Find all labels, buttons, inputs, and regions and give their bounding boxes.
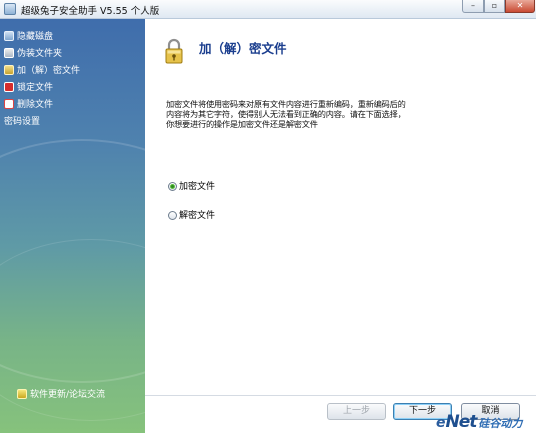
radio-button[interactable] bbox=[168, 211, 177, 220]
sidebar-item-label: 加（解）密文件 bbox=[17, 66, 81, 76]
hidden-disk-icon bbox=[4, 31, 14, 41]
sidebar-item-encrypt-file[interactable]: 加（解）密文件 bbox=[4, 64, 140, 78]
lock-icon bbox=[165, 38, 183, 64]
watermark-cn: 硅谷动力 bbox=[478, 417, 523, 430]
maximize-button[interactable]: ▫ bbox=[484, 0, 505, 13]
update-forum-label: 软件更新/论坛交流 bbox=[30, 390, 106, 400]
sidebar-item-label: 删除文件 bbox=[17, 100, 54, 110]
watermark: eNet 硅谷动力 bbox=[436, 412, 522, 432]
close-button[interactable]: ✕ bbox=[505, 0, 535, 13]
sidebar-item-disguise-folder[interactable]: 伪装文件夹 bbox=[4, 47, 140, 61]
sidebar-item-hidden-disk[interactable]: 隐藏磁盘 bbox=[4, 30, 140, 44]
option-decrypt[interactable]: 解密文件 bbox=[168, 208, 215, 221]
encrypt-file-icon bbox=[4, 65, 14, 75]
delete-file-icon bbox=[4, 99, 14, 109]
sidebar-item-lock-file[interactable]: 锁定文件 bbox=[4, 81, 140, 95]
divider bbox=[145, 395, 536, 396]
sidebar-item-delete-file[interactable]: 删除文件 bbox=[4, 98, 140, 112]
lock-file-icon bbox=[4, 82, 14, 92]
update-forum-link[interactable]: 软件更新/论坛交流 bbox=[17, 388, 145, 402]
page-title: 加（解）密文件 bbox=[199, 41, 287, 56]
disguise-folder-icon bbox=[4, 48, 14, 58]
radio-button-selected[interactable] bbox=[168, 182, 177, 191]
option-encrypt[interactable]: 加密文件 bbox=[168, 179, 215, 192]
sidebar-item-password-settings[interactable]: 密码设置 bbox=[4, 115, 140, 129]
watermark-net: Net bbox=[445, 412, 478, 432]
sidebar-item-label: 隐藏磁盘 bbox=[17, 32, 54, 42]
title-bar: 超级兔子安全助手 V5.55 个人版 – ▫ ✕ bbox=[0, 0, 536, 19]
window-title: 超级兔子安全助手 V5.55 个人版 bbox=[21, 6, 160, 17]
shield-icon bbox=[17, 389, 27, 399]
app-icon bbox=[4, 3, 16, 15]
option-label: 解密文件 bbox=[179, 211, 216, 221]
prev-button[interactable]: 上一步 bbox=[327, 403, 386, 420]
minimize-button[interactable]: – bbox=[462, 0, 484, 13]
description-text: 加密文件将使用密码来对原有文件内容进行重新编码，重新编码后的内容将为其它字符，使… bbox=[166, 99, 406, 129]
sidebar: 隐藏磁盘 伪装文件夹 加（解）密文件 锁定文件 删除文件 密码设置 软件更新/论… bbox=[0, 19, 145, 433]
sidebar-item-label: 密码设置 bbox=[4, 117, 41, 127]
page-header: 加（解）密文件 bbox=[145, 19, 536, 79]
sidebar-item-label: 锁定文件 bbox=[17, 83, 54, 93]
sidebar-item-label: 伪装文件夹 bbox=[17, 49, 63, 59]
option-label: 加密文件 bbox=[179, 182, 216, 192]
watermark-e: e bbox=[436, 415, 446, 431]
